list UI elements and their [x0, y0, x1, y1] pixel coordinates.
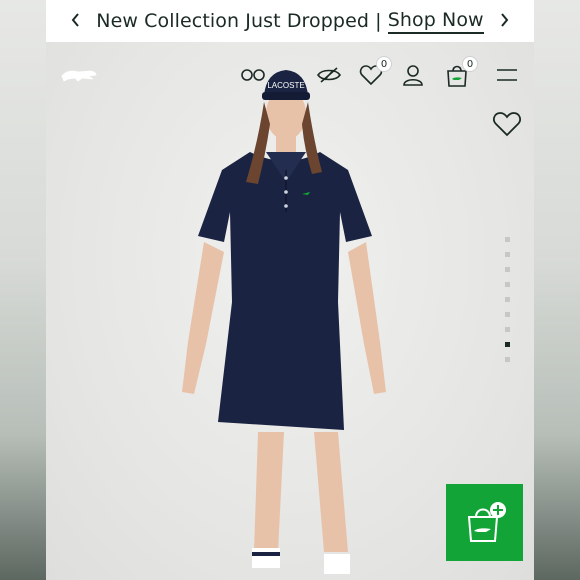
- promo-next-button[interactable]: [490, 6, 518, 34]
- blurred-background-left: [0, 0, 46, 580]
- promo-message: New Collection Just Dropped | Shop Now: [96, 9, 484, 34]
- carousel-dot[interactable]: [505, 297, 510, 302]
- carousel-dot[interactable]: [505, 267, 510, 272]
- shop-now-link[interactable]: Shop Now: [387, 9, 484, 34]
- menu-button[interactable]: [492, 60, 522, 90]
- heart-icon: [493, 112, 521, 137]
- carousel-dot[interactable]: [505, 282, 510, 287]
- product-model-image: LACOSTE: [182, 70, 386, 574]
- app-screen: New Collection Just Dropped | Shop Now 0…: [46, 0, 534, 580]
- carousel-dot[interactable]: [505, 237, 510, 242]
- shopping-bag-plus-icon: [467, 501, 506, 542]
- promo-prev-button[interactable]: [62, 6, 90, 34]
- chevron-left-icon: [71, 13, 79, 27]
- carousel-indicators: [505, 237, 511, 372]
- menu-icon: [497, 69, 517, 81]
- blurred-background-right: [534, 0, 580, 580]
- carousel-dot[interactable]: [505, 252, 510, 257]
- add-to-cart-button[interactable]: [446, 484, 523, 561]
- product-hero: 0 0 LACOSTE: [46, 42, 534, 580]
- carousel-dot-active[interactable]: [505, 342, 510, 347]
- add-to-wishlist-button[interactable]: [492, 110, 522, 138]
- crocodile-logo-icon[interactable]: [60, 62, 98, 86]
- cart-button[interactable]: 0: [442, 56, 478, 90]
- carousel-dot[interactable]: [505, 327, 510, 332]
- promo-text: New Collection Just Dropped |: [96, 10, 382, 32]
- cart-count-badge: 0: [462, 56, 478, 72]
- carousel-dot[interactable]: [505, 357, 510, 362]
- promo-banner: New Collection Just Dropped | Shop Now: [46, 0, 534, 42]
- chevron-right-icon: [501, 13, 509, 27]
- carousel-dot[interactable]: [505, 312, 510, 317]
- svg-text:LACOSTE: LACOSTE: [267, 81, 304, 90]
